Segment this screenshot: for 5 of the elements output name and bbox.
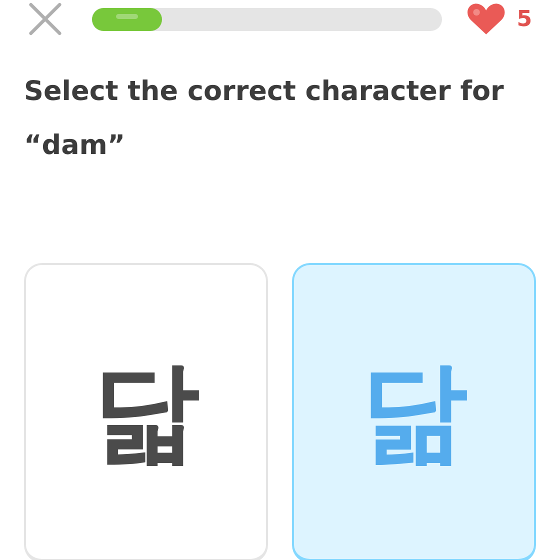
choice-card[interactable]: 닯 — [24, 263, 268, 560]
close-icon[interactable] — [28, 1, 62, 37]
prompt-text: Select the correct character for “dam” — [23, 75, 505, 163]
heart-icon — [466, 2, 507, 36]
hearts-count: 5 — [516, 6, 532, 34]
